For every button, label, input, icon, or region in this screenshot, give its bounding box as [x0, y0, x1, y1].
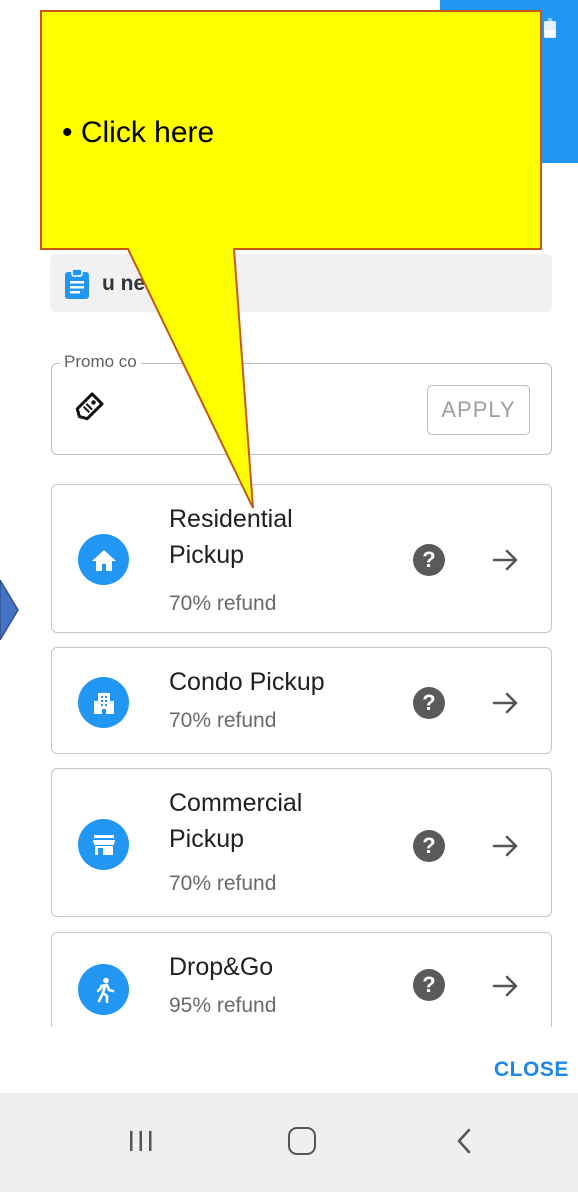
- walk-icon: [78, 964, 129, 1015]
- app-header-accent: [440, 0, 578, 163]
- service-option-refund: 70% refund: [169, 872, 277, 895]
- home-icon: [78, 534, 129, 585]
- tag-icon: [75, 392, 104, 421]
- service-question-bar[interactable]: u need?: [50, 254, 552, 312]
- service-option-title: Residential Pickup: [169, 505, 293, 569]
- store-icon: [78, 819, 129, 870]
- apply-promo-button[interactable]: APPLY: [427, 385, 530, 435]
- close-button[interactable]: CLOSE: [494, 1058, 569, 1082]
- pointer-arrow-icon: [0, 580, 19, 640]
- help-icon[interactable]: ?: [413, 544, 445, 576]
- system-nav-bar: [0, 1093, 578, 1192]
- service-option-refund: 70% refund: [169, 709, 277, 732]
- help-icon[interactable]: ?: [413, 830, 445, 862]
- service-option-title: Condo Pickup: [169, 668, 325, 696]
- help-icon[interactable]: ?: [413, 687, 445, 719]
- promo-code-label: Promo co: [60, 352, 141, 372]
- building-icon: [78, 677, 129, 728]
- back-nav-icon[interactable]: [456, 1128, 472, 1154]
- arrow-right-icon[interactable]: [492, 834, 520, 858]
- promo-code-field[interactable]: Promo co APPLY: [51, 352, 552, 455]
- arrow-right-icon[interactable]: [492, 548, 520, 572]
- help-icon[interactable]: ?: [413, 969, 445, 1001]
- battery-icon: [544, 18, 556, 38]
- service-question-text: u need?: [102, 272, 183, 295]
- service-option-commercial[interactable]: Commercial Pickup 70% refund ?: [51, 768, 552, 917]
- service-option-condo[interactable]: Condo Pickup 70% refund ?: [51, 647, 552, 754]
- service-option-title: Commercial Pickup: [169, 789, 303, 853]
- service-option-dropgo[interactable]: Drop&Go 95% refund ?: [51, 932, 552, 1027]
- clipboard-icon: [65, 268, 89, 299]
- arrow-right-icon[interactable]: [492, 691, 520, 715]
- service-option-title: Drop&Go: [169, 953, 274, 981]
- recent-apps-icon[interactable]: [128, 1129, 154, 1153]
- home-nav-icon[interactable]: [288, 1127, 316, 1155]
- service-option-residential[interactable]: Residential Pickup 70% refund ?: [51, 484, 552, 633]
- service-option-refund: 95% refund: [169, 994, 277, 1017]
- arrow-right-icon[interactable]: [492, 974, 520, 998]
- service-option-refund: 70% refund: [169, 592, 277, 615]
- service-options-list[interactable]: Residential Pickup 70% refund ? Condo Pi…: [0, 470, 578, 1027]
